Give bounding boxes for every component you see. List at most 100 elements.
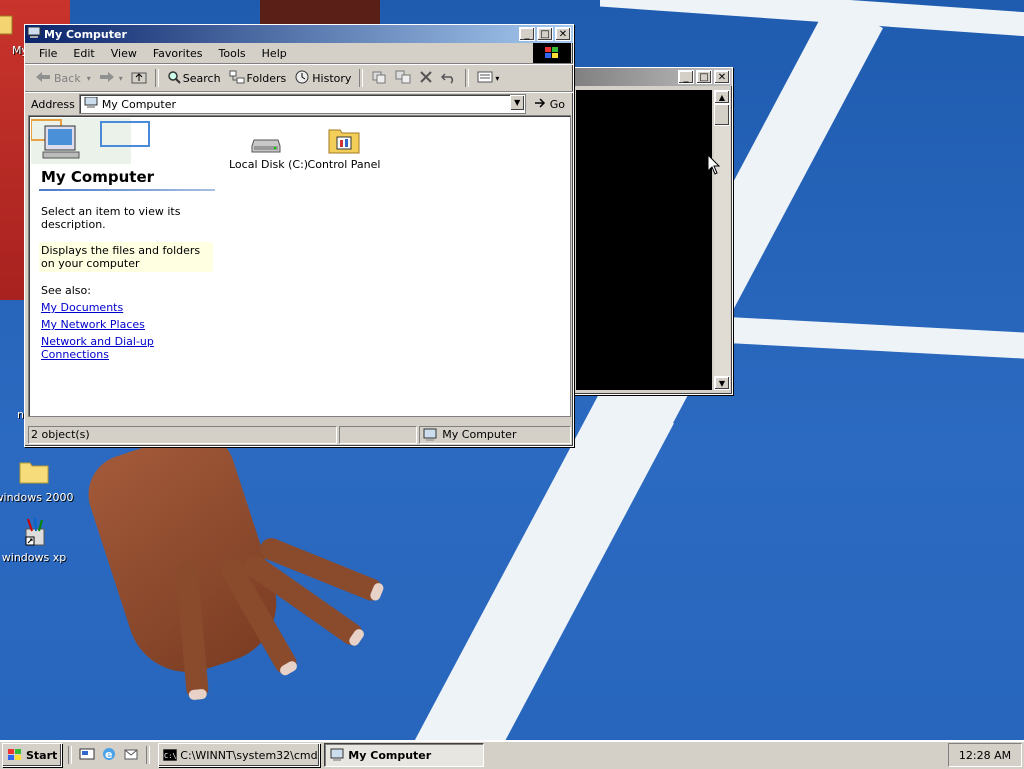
desktop-icon-windows-xp[interactable]: windows xp (0, 515, 74, 564)
svg-text:e: e (105, 748, 112, 761)
menu-help[interactable]: Help (254, 47, 295, 60)
item-control-panel[interactable]: Control Panel (307, 118, 381, 171)
computer-icon (329, 748, 345, 762)
address-label: Address (31, 97, 75, 111)
link-my-documents[interactable]: My Documents (41, 301, 215, 314)
search-icon (167, 70, 181, 87)
views-button[interactable]: ▾ (473, 67, 503, 89)
track-lane-line (719, 316, 1024, 360)
status-bar: 2 object(s) My Computer (28, 426, 571, 444)
panel-heading: My Computer (41, 168, 155, 186)
minimize-button[interactable]: _ (678, 70, 694, 84)
windows-logo-icon (7, 748, 23, 762)
address-value: My Computer (101, 97, 176, 111)
taskbar-separator (68, 746, 73, 764)
close-button[interactable]: ✕ (714, 70, 730, 84)
show-desktop-icon[interactable] (79, 746, 95, 765)
chevron-down-icon: ▾ (495, 73, 500, 83)
toolbar-separator (465, 69, 470, 87)
up-folder-button[interactable] (127, 67, 151, 89)
menu-view[interactable]: View (103, 47, 145, 60)
cmd-vertical-scrollbar[interactable]: ▲ ▼ (714, 90, 730, 390)
minimize-button[interactable]: _ (519, 27, 535, 41)
search-button[interactable]: Search (163, 67, 225, 89)
move-to-button[interactable] (367, 67, 391, 89)
folder-icon (18, 455, 50, 487)
menu-favorites[interactable]: Favorites (145, 47, 211, 60)
content-pane[interactable]: My Computer Select an item to view its d… (28, 115, 571, 417)
taskbar-button-my-computer[interactable]: My Computer (324, 743, 485, 767)
window-title: My Computer (44, 27, 127, 41)
chevron-down-icon[interactable]: ▾ (119, 74, 123, 83)
hard-drive-icon (229, 122, 303, 154)
computer-icon (422, 428, 438, 442)
history-button[interactable]: History (290, 67, 355, 89)
taskbar: Start e C:\ C:\WINNT\system32\cmd.... My… (0, 740, 1024, 769)
computer-icon (84, 96, 98, 112)
svg-text:C:\: C:\ (164, 752, 177, 760)
go-arrow-icon (534, 97, 548, 112)
undo-button[interactable] (437, 67, 461, 89)
menu-edit[interactable]: Edit (65, 47, 102, 60)
my-computer-window[interactable]: My Computer _ □ ✕ File Edit View Favorit… (24, 24, 574, 447)
item-local-disk[interactable]: Local Disk (C:) (229, 122, 308, 171)
taskbar-separator (146, 746, 151, 764)
delete-icon (419, 70, 433, 87)
copy-to-icon (395, 70, 411, 87)
address-dropdown-button[interactable]: ▼ (509, 95, 525, 111)
delete-button[interactable] (415, 67, 437, 89)
chevron-down-icon[interactable]: ▾ (87, 74, 91, 83)
cmd-console-area[interactable] (576, 90, 712, 390)
address-input[interactable]: My Computer ▼ (78, 94, 526, 114)
menu-tools[interactable]: Tools (211, 47, 254, 60)
menu-bar: File Edit View Favorites Tools Help (25, 43, 573, 64)
panel-info-box: Displays the files and folders on your c… (39, 242, 213, 272)
outlook-express-icon[interactable] (123, 746, 139, 765)
panel-divider (39, 189, 215, 191)
standard-toolbar: Back ▾ ▾ Search Folders History ▾ (25, 64, 573, 92)
maximize-button[interactable]: □ (696, 70, 712, 84)
close-button[interactable]: ✕ (555, 27, 571, 41)
views-icon (477, 71, 493, 86)
scroll-up-button[interactable]: ▲ (714, 90, 730, 104)
go-button[interactable]: Go (530, 93, 569, 115)
undo-icon (441, 70, 457, 87)
taskbar-button-cmd[interactable]: C:\ C:\WINNT\system32\cmd.... (158, 743, 321, 767)
toolbar-separator (359, 69, 364, 87)
menu-file[interactable]: File (31, 47, 65, 60)
program-shortcut-icon (18, 515, 50, 547)
folders-button[interactable]: Folders (225, 67, 291, 89)
internet-explorer-icon[interactable]: e (101, 746, 117, 765)
back-arrow-icon (35, 71, 51, 86)
panel-hint: Select an item to view its description. (41, 205, 181, 231)
address-bar: Address My Computer ▼ Go (25, 92, 573, 115)
scroll-thumb[interactable] (714, 104, 730, 126)
copy-to-button[interactable] (391, 67, 415, 89)
history-icon (294, 70, 310, 87)
back-button[interactable]: Back ▾ (31, 67, 95, 89)
toolbar-separator (154, 69, 159, 87)
system-tray-clock[interactable]: 12:28 AM (948, 743, 1022, 767)
mouse-cursor-icon (707, 153, 721, 179)
computer-icon (27, 26, 41, 42)
link-network-dialup[interactable]: Network and Dial-up Connections (41, 335, 215, 361)
cmd-titlebar[interactable]: _ □ ✕ (574, 68, 732, 86)
status-empty-cell (339, 426, 418, 444)
status-location: My Computer (419, 426, 571, 444)
quick-launch: e (76, 746, 142, 765)
scroll-down-button[interactable]: ▼ (714, 376, 730, 390)
computer-banner-icon (30, 118, 151, 166)
maximize-button[interactable]: □ (537, 27, 553, 41)
command-prompt-icon: C:\ (163, 749, 178, 761)
move-to-icon (371, 70, 387, 87)
cmd-window[interactable]: _ □ ✕ ▲ ▼ (573, 67, 733, 395)
start-button[interactable]: Start (2, 743, 63, 767)
up-folder-icon (131, 70, 147, 87)
desktop-icon-windows-2000[interactable]: windows 2000 (0, 455, 74, 504)
folder-icon (0, 8, 16, 40)
forward-button[interactable]: ▾ (95, 67, 127, 89)
link-my-network-places[interactable]: My Network Places (41, 318, 215, 331)
see-also-label: See also: (41, 284, 91, 297)
window-titlebar[interactable]: My Computer _ □ ✕ (25, 25, 573, 43)
status-object-count: 2 object(s) (28, 426, 338, 444)
